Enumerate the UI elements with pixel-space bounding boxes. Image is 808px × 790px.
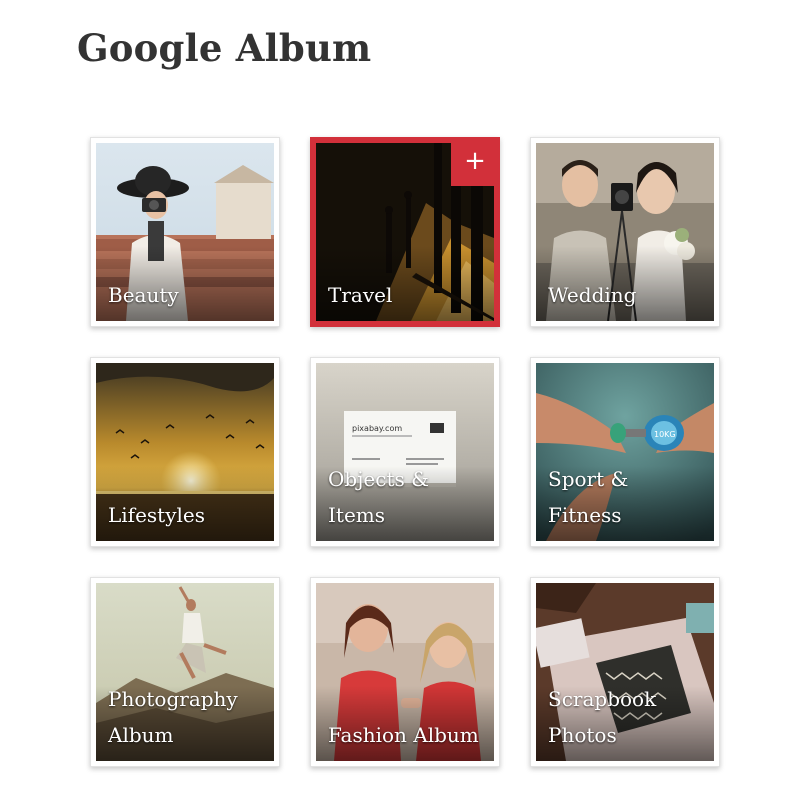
album-card-objects-items[interactable]: pixabay.com Objects & Items [310, 357, 500, 547]
album-photo-objects-items: pixabay.com Objects & Items [316, 363, 494, 541]
album-label: Travel [328, 283, 393, 307]
album-label: Lifestyles [108, 503, 206, 527]
album-label: Beauty [108, 283, 179, 307]
page-title: Google Album [77, 26, 372, 70]
album-card-lifestyles[interactable]: Lifestyles [90, 357, 280, 547]
album-photo-fashion-album: Fashion Album [316, 583, 494, 761]
album-card-fashion-album[interactable]: Fashion Album [310, 577, 500, 767]
album-label: Scrapbook Photos [548, 687, 657, 747]
album-label: Fashion Album [328, 723, 479, 747]
album-photo-scrapbook-photos: Scrapbook Photos [536, 583, 714, 761]
album-photo-photography-album: Photography Album [96, 583, 274, 761]
album-photo-wedding: Wedding [536, 143, 714, 321]
album-card-scrapbook-photos[interactable]: Scrapbook Photos [530, 577, 720, 767]
album-card-photography-album[interactable]: Photography Album [90, 577, 280, 767]
album-card-wedding[interactable]: Wedding [530, 137, 720, 327]
card-brand-text: pixabay.com [352, 424, 402, 433]
album-card-beauty[interactable]: Beauty [90, 137, 280, 327]
album-label: Photography Album [108, 687, 238, 747]
album-photo-lifestyles: Lifestyles [96, 363, 274, 541]
album-card-sport-fitness[interactable]: 10KG Sport & Fitness [530, 357, 720, 547]
album-photo-beauty: Beauty [96, 143, 274, 321]
dumbbell-label: 10KG [654, 430, 676, 439]
add-plus-icon[interactable]: + [451, 138, 499, 186]
album-label: Wedding [548, 283, 637, 307]
album-label: Objects & Items [328, 467, 429, 527]
album-card-travel[interactable]: Travel + [310, 137, 500, 327]
album-label: Sport & Fitness [548, 467, 629, 527]
album-photo-sport-fitness: 10KG Sport & Fitness [536, 363, 714, 541]
